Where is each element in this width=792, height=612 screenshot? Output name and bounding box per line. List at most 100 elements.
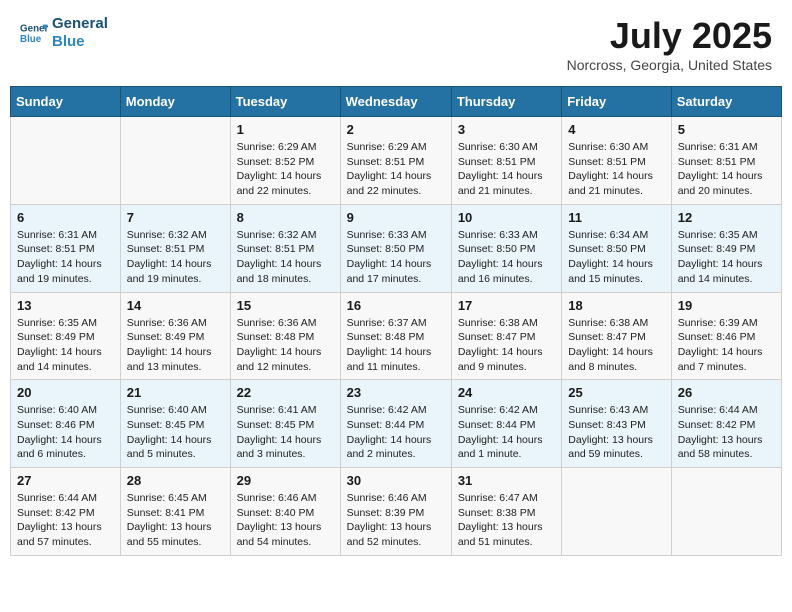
day-cell: 29 Sunrise: 6:46 AM Sunset: 8:40 PM Dayli… (230, 468, 340, 556)
day-cell (11, 117, 121, 205)
day-number: 24 (458, 385, 555, 400)
day-number: 13 (17, 298, 114, 313)
week-row-5: 27 Sunrise: 6:44 AM Sunset: 8:42 PM Dayli… (11, 468, 782, 556)
day-details: Sunrise: 6:45 AM Sunset: 8:41 PM Dayligh… (127, 491, 224, 550)
header-cell-monday: Monday (120, 87, 230, 117)
day-cell: 14 Sunrise: 6:36 AM Sunset: 8:49 PM Dayli… (120, 292, 230, 380)
day-number: 18 (568, 298, 664, 313)
header-cell-sunday: Sunday (11, 87, 121, 117)
day-details: Sunrise: 6:30 AM Sunset: 8:51 PM Dayligh… (568, 140, 664, 199)
day-number: 15 (237, 298, 334, 313)
header-row: SundayMondayTuesdayWednesdayThursdayFrid… (11, 87, 782, 117)
day-details: Sunrise: 6:40 AM Sunset: 8:45 PM Dayligh… (127, 403, 224, 462)
day-number: 17 (458, 298, 555, 313)
day-number: 1 (237, 122, 334, 137)
day-number: 9 (347, 210, 445, 225)
day-details: Sunrise: 6:44 AM Sunset: 8:42 PM Dayligh… (17, 491, 114, 550)
day-cell: 16Sunrise: 6:37 AM Sunset: 8:48 PM Dayli… (340, 292, 451, 380)
day-details: Sunrise: 6:35 AM Sunset: 8:49 PM Dayligh… (17, 316, 114, 375)
header-cell-wednesday: Wednesday (340, 87, 451, 117)
logo-general: General (52, 15, 108, 33)
day-number: 20 (17, 385, 114, 400)
day-cell: 2 Sunrise: 6:29 AM Sunset: 8:51 PM Daylig… (340, 117, 451, 205)
week-row-3: 13 Sunrise: 6:35 AM Sunset: 8:49 PM Dayli… (11, 292, 782, 380)
day-number: 30 (347, 473, 445, 488)
day-details: Sunrise: 6:36 AM Sunset: 8:48 PM Dayligh… (237, 316, 334, 375)
day-number: 14 (127, 298, 224, 313)
day-number: 25 (568, 385, 664, 400)
day-number: 2 (347, 122, 445, 137)
logo-icon: General Blue (20, 19, 48, 47)
day-details: Sunrise: 6:38 AM Sunset: 8:47 PM Dayligh… (568, 316, 664, 375)
calendar-header: SundayMondayTuesdayWednesdayThursdayFrid… (11, 87, 782, 117)
header-cell-saturday: Saturday (671, 87, 781, 117)
day-number: 21 (127, 385, 224, 400)
day-cell: 19Sunrise: 6:39 AM Sunset: 8:46 PM Dayli… (671, 292, 781, 380)
day-details: Sunrise: 6:44 AM Sunset: 8:42 PM Dayligh… (678, 403, 775, 462)
day-number: 22 (237, 385, 334, 400)
day-number: 11 (568, 210, 664, 225)
page-header: General Blue General Blue July 2025 Norc… (10, 10, 782, 78)
day-number: 23 (347, 385, 445, 400)
day-number: 12 (678, 210, 775, 225)
day-details: Sunrise: 6:36 AM Sunset: 8:49 PM Dayligh… (127, 316, 224, 375)
day-cell: 15 Sunrise: 6:36 AM Sunset: 8:48 PM Dayli… (230, 292, 340, 380)
day-number: 7 (127, 210, 224, 225)
day-number: 5 (678, 122, 775, 137)
day-details: Sunrise: 6:47 AM Sunset: 8:38 PM Dayligh… (458, 491, 555, 550)
day-cell (562, 468, 671, 556)
day-cell: 17 Sunrise: 6:38 AM Sunset: 8:47 PM Dayli… (451, 292, 561, 380)
day-cell: 18 Sunrise: 6:38 AM Sunset: 8:47 PM Dayli… (562, 292, 671, 380)
day-cell: 9Sunrise: 6:33 AM Sunset: 8:50 PM Daylig… (340, 204, 451, 292)
day-details: Sunrise: 6:29 AM Sunset: 8:51 PM Dayligh… (347, 140, 445, 199)
day-details: Sunrise: 6:30 AM Sunset: 8:51 PM Dayligh… (458, 140, 555, 199)
location: Norcross, Georgia, United States (567, 57, 772, 73)
day-cell: 11 Sunrise: 6:34 AM Sunset: 8:50 PM Dayli… (562, 204, 671, 292)
day-details: Sunrise: 6:31 AM Sunset: 8:51 PM Dayligh… (678, 140, 775, 199)
day-cell: 5 Sunrise: 6:31 AM Sunset: 8:51 PM Daylig… (671, 117, 781, 205)
day-cell: 25 Sunrise: 6:43 AM Sunset: 8:43 PM Dayli… (562, 380, 671, 468)
day-number: 10 (458, 210, 555, 225)
day-cell: 24Sunrise: 6:42 AM Sunset: 8:44 PM Dayli… (451, 380, 561, 468)
day-details: Sunrise: 6:33 AM Sunset: 8:50 PM Dayligh… (458, 228, 555, 287)
day-details: Sunrise: 6:29 AM Sunset: 8:52 PM Dayligh… (237, 140, 334, 199)
week-row-1: 1 Sunrise: 6:29 AM Sunset: 8:52 PM Daylig… (11, 117, 782, 205)
day-cell: 3Sunrise: 6:30 AM Sunset: 8:51 PM Daylig… (451, 117, 561, 205)
day-cell: 13 Sunrise: 6:35 AM Sunset: 8:49 PM Dayli… (11, 292, 121, 380)
day-cell: 26Sunrise: 6:44 AM Sunset: 8:42 PM Dayli… (671, 380, 781, 468)
day-details: Sunrise: 6:46 AM Sunset: 8:40 PM Dayligh… (237, 491, 334, 550)
day-cell: 10 Sunrise: 6:33 AM Sunset: 8:50 PM Dayli… (451, 204, 561, 292)
day-number: 6 (17, 210, 114, 225)
header-cell-tuesday: Tuesday (230, 87, 340, 117)
day-number: 28 (127, 473, 224, 488)
week-row-2: 6Sunrise: 6:31 AM Sunset: 8:51 PM Daylig… (11, 204, 782, 292)
day-number: 4 (568, 122, 664, 137)
day-details: Sunrise: 6:42 AM Sunset: 8:44 PM Dayligh… (347, 403, 445, 462)
day-details: Sunrise: 6:38 AM Sunset: 8:47 PM Dayligh… (458, 316, 555, 375)
day-cell: 23 Sunrise: 6:42 AM Sunset: 8:44 PM Dayli… (340, 380, 451, 468)
day-details: Sunrise: 6:35 AM Sunset: 8:49 PM Dayligh… (678, 228, 775, 287)
day-details: Sunrise: 6:43 AM Sunset: 8:43 PM Dayligh… (568, 403, 664, 462)
day-cell (120, 117, 230, 205)
logo: General Blue General Blue (20, 15, 108, 51)
calendar-table: SundayMondayTuesdayWednesdayThursdayFrid… (10, 86, 782, 556)
svg-text:Blue: Blue (20, 34, 42, 45)
day-details: Sunrise: 6:40 AM Sunset: 8:46 PM Dayligh… (17, 403, 114, 462)
day-details: Sunrise: 6:34 AM Sunset: 8:50 PM Dayligh… (568, 228, 664, 287)
day-number: 27 (17, 473, 114, 488)
day-number: 29 (237, 473, 334, 488)
day-number: 16 (347, 298, 445, 313)
title-block: July 2025 Norcross, Georgia, United Stat… (567, 15, 772, 73)
day-cell: 22 Sunrise: 6:41 AM Sunset: 8:45 PM Dayli… (230, 380, 340, 468)
day-cell: 21 Sunrise: 6:40 AM Sunset: 8:45 PM Dayli… (120, 380, 230, 468)
day-cell: 1 Sunrise: 6:29 AM Sunset: 8:52 PM Daylig… (230, 117, 340, 205)
day-details: Sunrise: 6:41 AM Sunset: 8:45 PM Dayligh… (237, 403, 334, 462)
day-cell: 20 Sunrise: 6:40 AM Sunset: 8:46 PM Dayli… (11, 380, 121, 468)
day-number: 8 (237, 210, 334, 225)
header-cell-thursday: Thursday (451, 87, 561, 117)
day-cell: 7Sunrise: 6:32 AM Sunset: 8:51 PM Daylig… (120, 204, 230, 292)
calendar-body: 1 Sunrise: 6:29 AM Sunset: 8:52 PM Daylig… (11, 117, 782, 556)
day-cell: 8Sunrise: 6:32 AM Sunset: 8:51 PM Daylig… (230, 204, 340, 292)
day-details: Sunrise: 6:46 AM Sunset: 8:39 PM Dayligh… (347, 491, 445, 550)
day-cell: 31Sunrise: 6:47 AM Sunset: 8:38 PM Dayli… (451, 468, 561, 556)
